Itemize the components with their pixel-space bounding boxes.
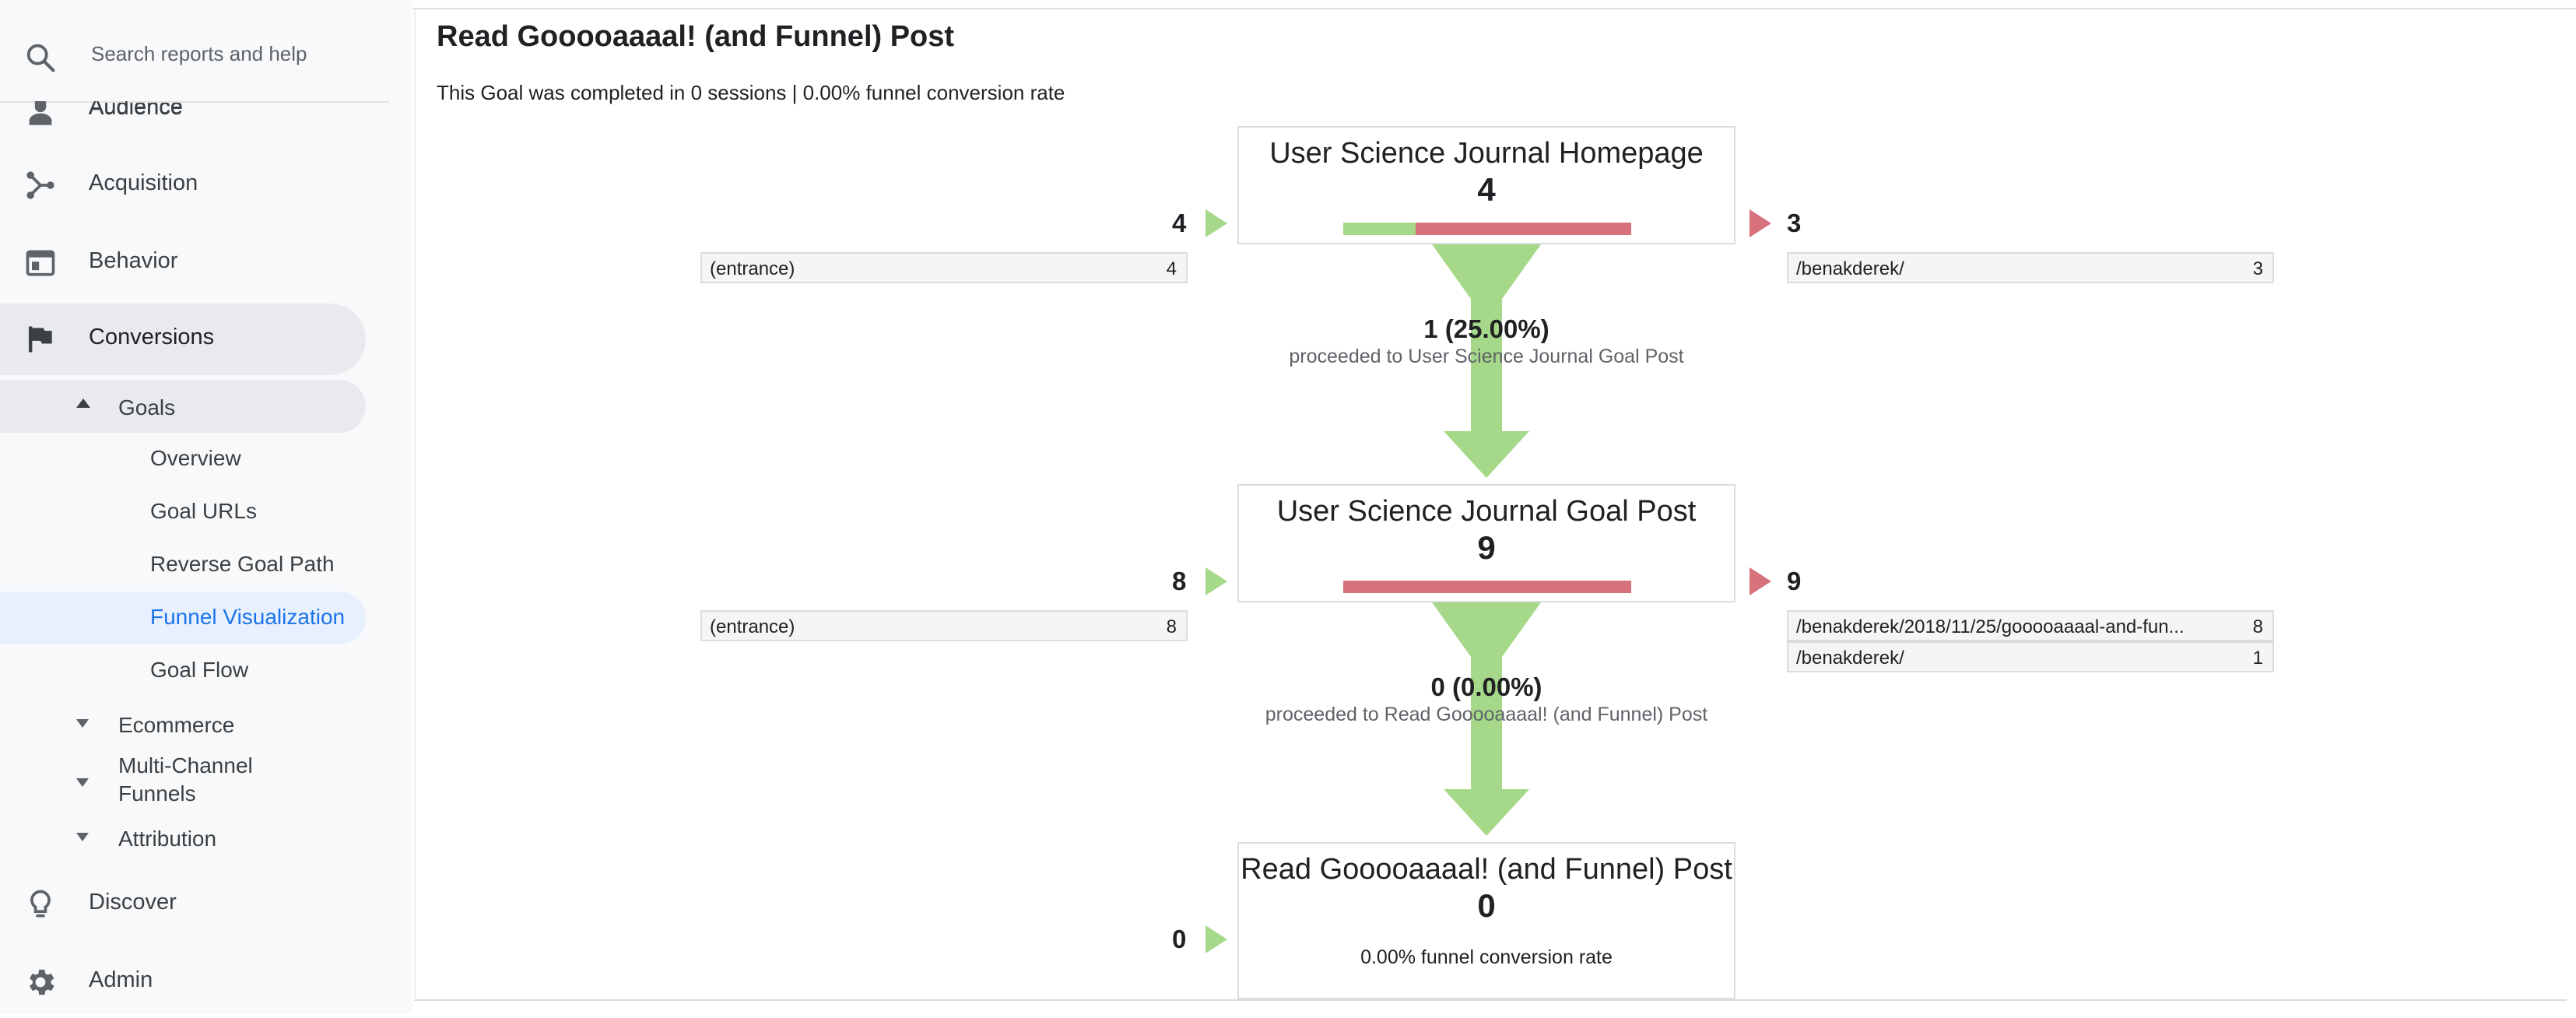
nav-label: Audience bbox=[89, 101, 183, 120]
nav-goals-overview[interactable]: Overview bbox=[0, 433, 366, 486]
acquisition-icon bbox=[26, 171, 54, 199]
entry-row-value: 8 bbox=[1166, 616, 1177, 637]
chevron-down-icon bbox=[76, 719, 89, 728]
exit-row-label: /benakderek/ bbox=[1796, 648, 1904, 669]
nav-goal-urls[interactable]: Goal URLs bbox=[0, 486, 366, 539]
exit-row-value: 3 bbox=[2252, 258, 2263, 279]
exit-row-value: 1 bbox=[2252, 648, 2263, 669]
exit-row[interactable]: /benakderek/2018/11/25/gooooaaaal-and-fu… bbox=[1787, 610, 2274, 641]
person-icon bbox=[29, 101, 52, 122]
nav-label: Admin bbox=[89, 967, 153, 992]
step-name: User Science Journal Homepage bbox=[1269, 137, 1704, 170]
nav-label: Ecommerce bbox=[118, 713, 235, 737]
entry-row[interactable]: (entrance) 8 bbox=[700, 610, 1188, 641]
nav-attribution[interactable]: Attribution bbox=[0, 811, 366, 864]
proceeded-count: 0 (0.00%) bbox=[1430, 672, 1542, 701]
entry-row-value: 4 bbox=[1166, 258, 1177, 279]
nav-label: Behavior bbox=[89, 248, 178, 273]
flag-icon bbox=[28, 326, 52, 353]
step-name: User Science Journal Goal Post bbox=[1276, 495, 1697, 528]
nav-goals[interactable]: Goals bbox=[0, 380, 366, 433]
proceeded-label: proceeded to Read Gooooaaaal! (and Funne… bbox=[1265, 704, 1708, 725]
goal-summary: This Goal was completed in 0 sessions | … bbox=[437, 81, 1065, 104]
entries-count: 0 bbox=[1172, 925, 1187, 953]
gear-icon bbox=[30, 969, 54, 995]
chevron-down-icon bbox=[76, 833, 89, 841]
exit-row-label: /benakderek/2018/11/25/gooooaaaal-and-fu… bbox=[1796, 616, 2185, 637]
nav-behavior[interactable]: Behavior bbox=[0, 227, 366, 299]
behavior-icon bbox=[26, 250, 55, 276]
exit-row-value: 8 bbox=[2252, 616, 2263, 637]
exits-arrow-icon bbox=[1750, 567, 1771, 595]
nav-audience-visible[interactable]: Audience bbox=[0, 101, 366, 132]
funnel-step-1[interactable]: User Science Journal Homepage 4 bbox=[1237, 126, 1735, 244]
nav-label: Conversions bbox=[89, 325, 215, 349]
nav-label: Discover bbox=[89, 890, 177, 914]
step-name: Read Gooooaaaal! (and Funnel) Post bbox=[1241, 853, 1732, 886]
nav-acquisition[interactable]: Acquisition bbox=[0, 149, 366, 221]
exited-bar bbox=[1416, 223, 1631, 235]
funnel-step-2[interactable]: User Science Journal Goal Post 9 bbox=[1237, 484, 1735, 602]
nav-multi-channel-funnels[interactable]: Multi-Channel Funnels bbox=[0, 750, 366, 813]
entries-arrow-icon bbox=[1206, 209, 1227, 237]
entries-count: 4 bbox=[1172, 209, 1187, 237]
entries-arrow-icon bbox=[1206, 567, 1227, 595]
chevron-up-icon bbox=[76, 398, 90, 408]
chevron-down-icon bbox=[76, 778, 89, 787]
exits-arrow-icon bbox=[1750, 209, 1771, 237]
nav-label: Reverse Goal Path bbox=[150, 552, 335, 576]
page-title: Read Gooooaaaal! (and Funnel) Post bbox=[437, 20, 955, 53]
nav-label: Overview bbox=[150, 446, 241, 470]
entries-arrow-icon bbox=[1206, 925, 1227, 953]
nav-label: Goals bbox=[118, 395, 176, 419]
nav-conversions[interactable]: Conversions bbox=[0, 304, 366, 375]
step-count: 0 bbox=[1477, 887, 1496, 924]
sidebar: Search reports and help Audience Search … bbox=[0, 0, 412, 1013]
nav-label: Goal Flow bbox=[150, 658, 249, 682]
entries-count: 8 bbox=[1172, 567, 1187, 595]
step-count: 9 bbox=[1477, 529, 1496, 566]
nav-label: Attribution bbox=[118, 827, 217, 851]
search-input[interactable]: Search reports and help bbox=[91, 42, 307, 66]
nav-reverse-goal-path[interactable]: Reverse Goal Path bbox=[0, 539, 366, 591]
step-count: 4 bbox=[1477, 171, 1496, 208]
nav-discover[interactable]: Discover bbox=[0, 869, 366, 940]
nav-ecommerce[interactable]: Ecommerce bbox=[0, 697, 366, 750]
nav-label: Funnel Visualization bbox=[150, 605, 346, 629]
funnel-goal-step[interactable]: Read Gooooaaaal! (and Funnel) Post 0 0.0… bbox=[1237, 842, 1735, 999]
proceeded-bar bbox=[1343, 223, 1416, 235]
nav-funnel-visualization[interactable]: Funnel Visualization bbox=[0, 591, 366, 644]
step-progress-bar bbox=[1343, 581, 1631, 593]
lightbulb-icon bbox=[30, 890, 51, 918]
nav-admin[interactable]: Admin bbox=[0, 946, 366, 1018]
exit-row-label: /benakderek/ bbox=[1796, 258, 1904, 279]
exit-row[interactable]: /benakderek/ 1 bbox=[1787, 641, 2274, 672]
entry-row-label: (entrance) bbox=[710, 258, 795, 279]
proceeded-label: proceeded to User Science Journal Goal P… bbox=[1289, 346, 1684, 367]
entry-row[interactable]: (entrance) 4 bbox=[700, 252, 1188, 283]
exited-bar bbox=[1343, 581, 1631, 593]
exits-count: 3 bbox=[1787, 209, 1802, 237]
conversion-rate: 0.00% funnel conversion rate bbox=[1360, 946, 1613, 968]
nav-label: Goal URLs bbox=[150, 499, 257, 523]
entry-row-label: (entrance) bbox=[710, 616, 795, 637]
exit-row[interactable]: /benakderek/ 3 bbox=[1787, 252, 2274, 283]
nav-label: Multi-Channel Funnels bbox=[118, 753, 253, 806]
step-progress-bar bbox=[1343, 223, 1631, 235]
search-icon[interactable] bbox=[23, 40, 59, 76]
exits-count: 9 bbox=[1787, 567, 1802, 595]
proceeded-count: 1 (25.00%) bbox=[1423, 314, 1549, 343]
nav-goal-flow[interactable]: Goal Flow bbox=[0, 644, 366, 697]
nav-label: Acquisition bbox=[89, 170, 198, 195]
